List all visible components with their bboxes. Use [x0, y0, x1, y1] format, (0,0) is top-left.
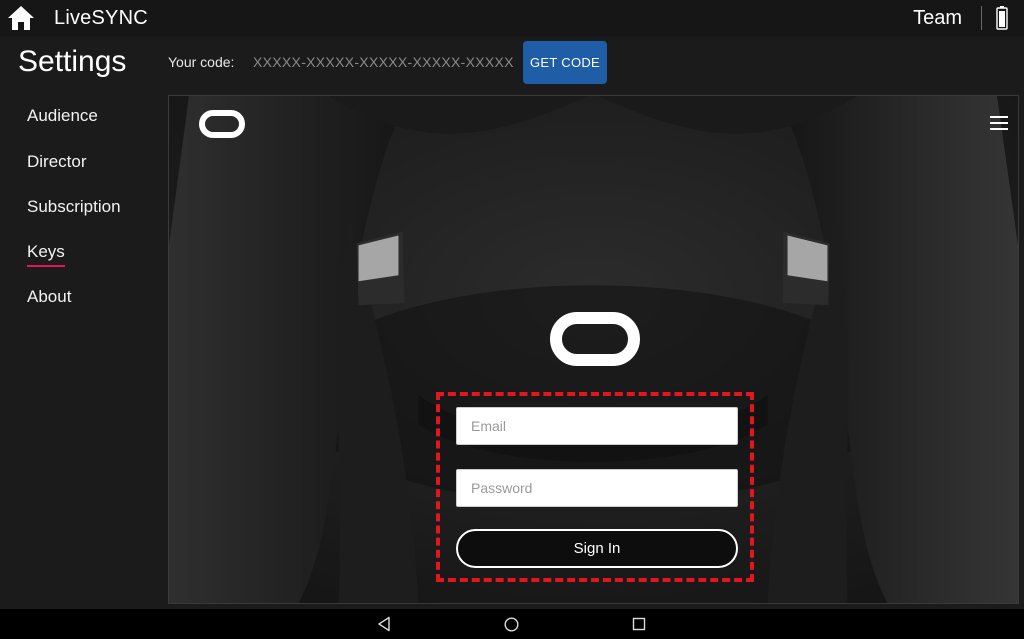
sidebar-item-keys[interactable]: Keys	[27, 242, 65, 267]
oculus-logo-icon	[550, 312, 640, 366]
login-webview: Sign In	[168, 95, 1019, 604]
app-title: LiveSYNC	[54, 7, 148, 29]
home-circle-icon[interactable]	[504, 617, 519, 632]
sidebar-item-audience[interactable]: Audience	[27, 106, 98, 126]
home-icon[interactable]	[7, 5, 35, 31]
android-nav-bar	[0, 609, 1024, 639]
get-code-button[interactable]: GET CODE	[523, 41, 607, 84]
top-bar: LiveSYNC Team	[0, 0, 1024, 37]
sidebar-item-subscription[interactable]: Subscription	[27, 197, 121, 217]
back-triangle-icon[interactable]	[377, 616, 391, 632]
code-label: Your code:	[168, 54, 235, 70]
sidebar-item-director[interactable]: Director	[27, 152, 87, 172]
code-value: XXXXX-XXXXX-XXXXX-XXXXX-XXXXX	[253, 54, 514, 70]
team-label[interactable]: Team	[913, 7, 962, 30]
password-field[interactable]	[456, 469, 738, 507]
header-divider	[981, 6, 982, 30]
page-title: Settings	[18, 45, 127, 78]
email-field[interactable]	[456, 407, 738, 445]
oculus-logo-icon[interactable]	[199, 110, 245, 138]
recents-square-icon[interactable]	[632, 617, 646, 631]
login-form-highlight: Sign In	[436, 392, 754, 582]
sign-in-button[interactable]: Sign In	[456, 529, 738, 568]
battery-icon	[996, 6, 1008, 30]
sidebar-item-about[interactable]: About	[27, 287, 71, 307]
hamburger-menu-icon[interactable]	[988, 114, 1010, 132]
